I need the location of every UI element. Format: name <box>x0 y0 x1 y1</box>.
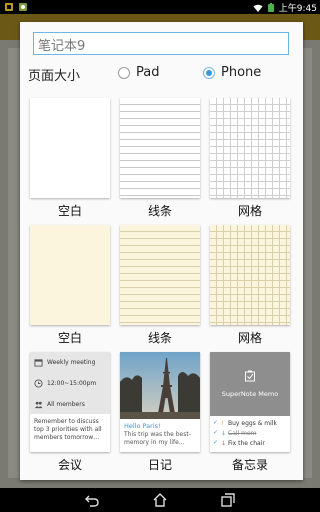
template-thumbnail[interactable] <box>120 225 200 325</box>
template-label: 网格 <box>237 331 262 345</box>
app-icon <box>18 2 28 12</box>
template-label: 网格 <box>237 204 262 218</box>
template-thumbnail[interactable]: Hello Paris! This trip was the best-memo… <box>120 352 200 452</box>
template-thumbnail[interactable]: SuperNote Memo ✓ ! Buy eggs & milk ✓ ↓ C… <box>210 352 290 452</box>
people-icon <box>34 401 43 409</box>
home-icon[interactable] <box>152 492 168 508</box>
template-thumbnail[interactable] <box>30 98 110 198</box>
template-memo[interactable]: SuperNote Memo ✓ ! Buy eggs & milk ✓ ↓ C… <box>210 352 290 476</box>
memo-header: SuperNote Memo <box>210 352 290 416</box>
template-thumbnail[interactable]: Weekly meeting 12:00~15:00pm All members… <box>30 352 110 452</box>
pad-radio-option[interactable]: Pad <box>118 65 159 80</box>
memo-item: ✓ ↓ Call mom <box>213 429 257 437</box>
check-icon: ✓ <box>213 429 219 436</box>
template-thumbnail[interactable] <box>210 98 290 198</box>
notebook-name-input[interactable] <box>33 32 289 55</box>
new-notebook-dialog: 页面大小 Pad Phone 空白 线条 网格 空白 线条 网格 <box>20 22 303 480</box>
arrow-icon: ! <box>221 419 224 427</box>
memo-title: SuperNote Memo <box>221 390 279 398</box>
template-thumbnail[interactable] <box>120 98 200 198</box>
template-label: 备忘录 <box>231 458 268 472</box>
template-white-grid[interactable]: 网格 <box>210 98 290 222</box>
meeting-header: Weekly meeting 12:00~15:00pm All members <box>30 352 110 414</box>
check-icon: ✓ <box>213 439 219 446</box>
arrow-icon: ↓ <box>221 429 227 437</box>
check-icon: ✓ <box>213 419 219 426</box>
recent-apps-icon[interactable] <box>220 492 236 508</box>
template-white-blank[interactable]: 空白 <box>30 98 110 222</box>
memo-pad-icon <box>245 370 255 382</box>
template-label: 线条 <box>147 331 172 345</box>
template-label: 空白 <box>57 331 82 345</box>
template-meeting[interactable]: Weekly meeting 12:00~15:00pm All members… <box>30 352 110 476</box>
memo-item: ✓ ! Buy eggs & milk <box>213 419 277 427</box>
clock-icon <box>34 379 43 388</box>
diary-text: This trip was the best-memory in my life… <box>124 431 191 446</box>
back-icon[interactable] <box>84 492 100 508</box>
eiffel-tower-photo <box>120 352 200 419</box>
phone-radio-button[interactable] <box>203 66 215 79</box>
navigation-bar <box>0 488 320 512</box>
memo-item: ✓ ↓ Fix the chair <box>213 439 265 447</box>
phone-label: Phone <box>221 65 262 80</box>
pad-radio-button[interactable] <box>118 66 130 79</box>
meeting-note: Remember to discuss top 3 priorities wit… <box>34 418 102 441</box>
meeting-title: Weekly meeting <box>47 359 96 366</box>
page-size-row: 页面大小 Pad Phone <box>20 64 303 84</box>
template-label: 线条 <box>147 204 172 218</box>
arrow-icon: ↓ <box>221 439 227 447</box>
status-bar: 上午9:45 <box>0 0 320 14</box>
template-label: 日记 <box>147 458 172 472</box>
template-yellow-blank[interactable]: 空白 <box>30 225 110 349</box>
notification-icon <box>4 2 14 12</box>
template-label: 会议 <box>57 458 82 472</box>
wifi-icon <box>253 3 263 13</box>
diary-title: Hello Paris! <box>124 422 161 430</box>
template-label: 空白 <box>57 204 82 218</box>
phone-radio-option[interactable]: Phone <box>203 65 261 80</box>
status-time: 上午9:45 <box>278 4 317 14</box>
page-size-label: 页面大小 <box>28 69 81 84</box>
template-diary[interactable]: Hello Paris! This trip was the best-memo… <box>120 352 200 476</box>
calendar-icon <box>34 359 43 367</box>
template-thumbnail[interactable] <box>210 225 290 325</box>
meeting-attendees: All members <box>47 401 85 408</box>
meeting-time: 12:00~15:00pm <box>47 380 97 387</box>
template-white-lines[interactable]: 线条 <box>120 98 200 222</box>
template-yellow-lines[interactable]: 线条 <box>120 225 200 349</box>
pad-label: Pad <box>136 65 160 80</box>
battery-icon <box>266 2 276 13</box>
template-thumbnail[interactable] <box>30 225 110 325</box>
template-yellow-grid[interactable]: 网格 <box>210 225 290 349</box>
memo-items: ✓ ! Buy eggs & milk ✓ ↓ Call mom ✓ ↓ Fix… <box>213 418 289 448</box>
